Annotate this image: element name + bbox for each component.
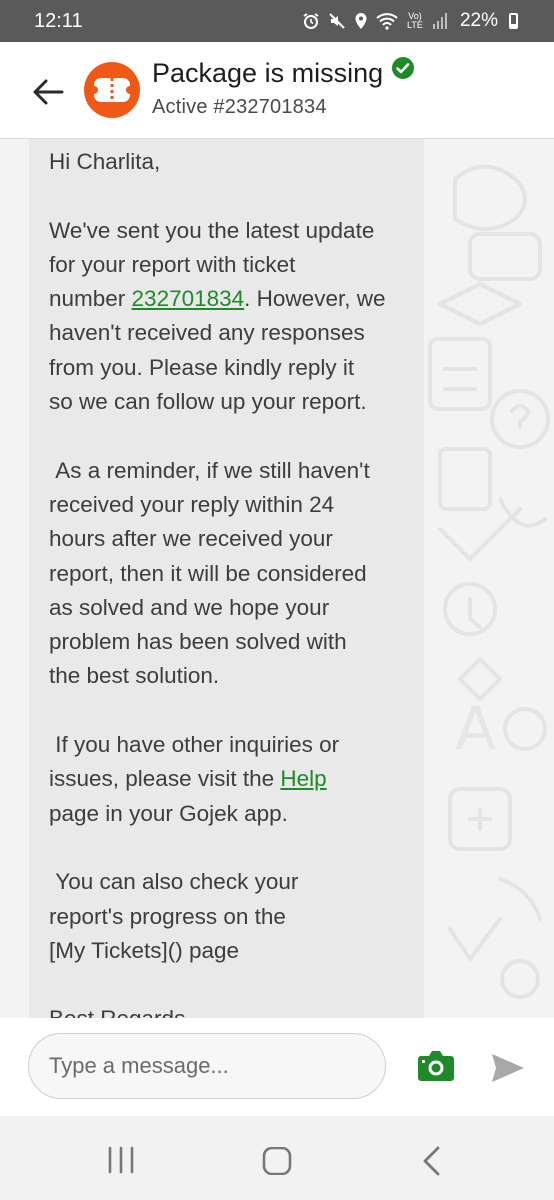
status-bar: 12:11 Vo) LTE 22%	[0, 0, 554, 42]
verified-check-icon	[392, 56, 415, 79]
home-icon	[262, 1146, 292, 1176]
location-icon	[354, 12, 368, 30]
back-button[interactable]	[28, 72, 68, 112]
gojek-logo-icon	[92, 78, 132, 102]
android-nav-bar	[0, 1116, 554, 1200]
status-icons: Vo) LTE 22%	[302, 10, 518, 32]
alarm-icon	[302, 12, 320, 30]
wifi-icon	[376, 12, 398, 30]
home-button[interactable]	[262, 1146, 292, 1180]
recent-apps-icon	[108, 1146, 134, 1174]
title-row: Package is missing	[152, 56, 415, 89]
message-paragraph-3-end: page in your Gojek app.	[49, 800, 288, 826]
chat-area[interactable]: A Hi Charlita, We've sent you the latest…	[0, 139, 554, 1018]
back-arrow-icon	[33, 79, 64, 105]
chat-header: Package is missing Active #232701834	[0, 42, 554, 139]
send-icon	[492, 1054, 524, 1082]
ticket-number-link[interactable]: 232701834	[132, 286, 245, 311]
svg-text:A: A	[455, 694, 496, 764]
send-button[interactable]	[490, 1052, 526, 1084]
help-link[interactable]: Help	[280, 766, 326, 791]
camera-button[interactable]	[417, 1048, 455, 1084]
recent-apps-button[interactable]	[106, 1146, 136, 1179]
message-bubble: Hi Charlita, We've sent you the latest u…	[29, 139, 424, 1018]
message-closing: Best Regards	[49, 1006, 185, 1018]
nav-back-icon	[423, 1146, 440, 1176]
battery-icon	[509, 13, 518, 29]
signal-icon	[432, 12, 448, 30]
status-time: 12:11	[34, 9, 83, 32]
message-paragraph-2: As a reminder, if we still haven't recei…	[49, 457, 370, 689]
message-text: Hi Charlita, We've sent you the latest u…	[49, 145, 404, 1018]
camera-icon	[418, 1051, 454, 1081]
volte-icon: Vo) LTE	[407, 11, 423, 30]
ticket-status: Active #232701834	[152, 96, 327, 118]
battery-percent: 22%	[459, 10, 498, 31]
message-input[interactable]	[28, 1033, 386, 1099]
avatar	[84, 62, 140, 118]
message-paragraph-4: You can also check your report's progres…	[49, 869, 299, 963]
mute-icon	[328, 12, 346, 30]
message-composer	[0, 1018, 554, 1116]
message-greeting: Hi Charlita,	[49, 149, 161, 174]
nav-back-button[interactable]	[420, 1146, 444, 1181]
page-title: Package is missing	[152, 58, 384, 88]
